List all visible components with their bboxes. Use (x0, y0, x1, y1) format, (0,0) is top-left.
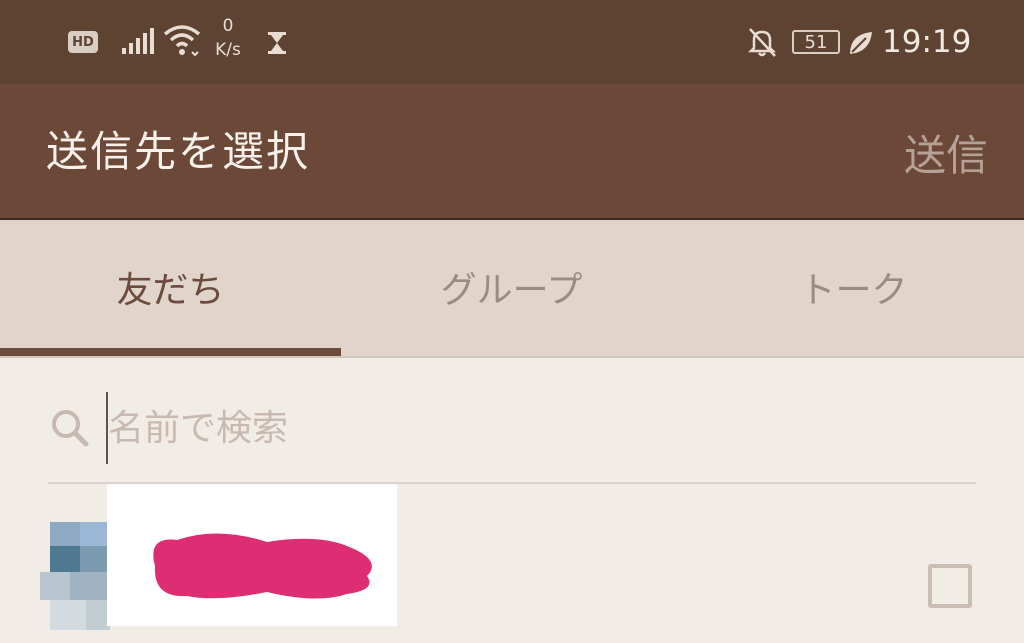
wifi-icon (162, 22, 202, 58)
hd-badge: HD (68, 31, 98, 53)
network-speed-unit: K/s (215, 40, 241, 60)
bell-off-icon (744, 26, 780, 58)
tab-friends[interactable]: 友だち (0, 220, 341, 354)
network-speed-value: 0 (222, 16, 234, 36)
active-tab-indicator (0, 348, 341, 356)
clock: 19:19 (882, 24, 972, 60)
network-speed: 0 K/s (206, 14, 250, 62)
signal-icon (120, 26, 156, 56)
app-bar: 送信先を選択 送信 (0, 84, 1024, 220)
leaf-icon (846, 28, 876, 58)
search-icon (48, 406, 92, 454)
hourglass-icon (265, 30, 289, 56)
tab-talks[interactable]: トーク (683, 220, 1024, 354)
search-bar (48, 378, 976, 484)
friend-name-redacted (107, 484, 397, 626)
status-bar: HD 0 K/s 51 19:19 (0, 0, 1024, 84)
search-input[interactable] (108, 392, 948, 464)
redaction-mark (153, 533, 372, 599)
tab-groups[interactable]: グループ (341, 220, 682, 354)
battery-icon: 51 (792, 30, 840, 54)
battery-level: 51 (804, 31, 828, 53)
tab-bar: 友だち グループ トーク (0, 220, 1024, 358)
send-button[interactable]: 送信 (904, 128, 988, 184)
page-title: 送信先を選択 (46, 127, 311, 176)
select-checkbox[interactable] (928, 564, 972, 608)
list-item[interactable] (0, 484, 1024, 643)
